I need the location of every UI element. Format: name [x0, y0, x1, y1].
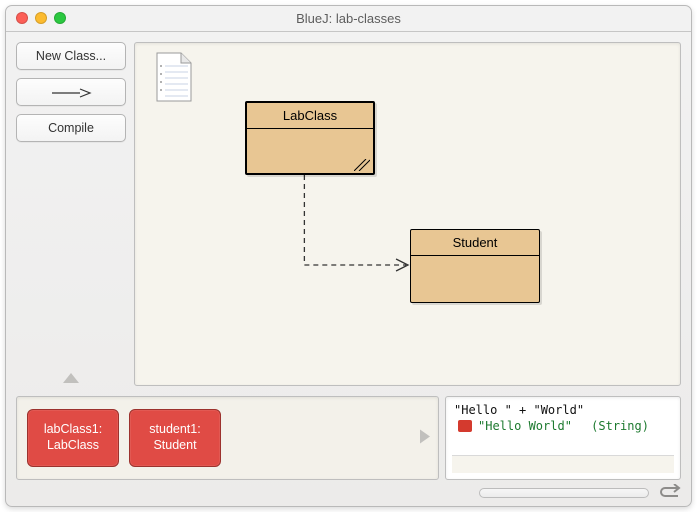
compile-button[interactable]: Compile [16, 114, 126, 142]
uses-arrow [135, 43, 680, 385]
class-box-labclass[interactable]: LabClass [245, 101, 375, 175]
status-bar [16, 484, 681, 502]
titlebar[interactable]: BlueJ: lab-classes [6, 6, 691, 32]
close-icon[interactable] [16, 12, 28, 24]
inherit-arrow-button[interactable] [16, 78, 126, 106]
result-type: (String) [591, 419, 649, 433]
sidebar: New Class... Compile [16, 42, 126, 386]
class-name: Student [411, 230, 539, 256]
object-name: labClass1: [44, 422, 102, 438]
window-title: BlueJ: lab-classes [296, 11, 401, 26]
object-class: Student [153, 438, 196, 454]
progress-bar [479, 488, 649, 498]
object-labclass1[interactable]: labClass1: LabClass [27, 409, 119, 467]
class-name: LabClass [247, 103, 373, 129]
bench-scroll-icon[interactable] [420, 430, 430, 447]
rerun-icon[interactable] [659, 484, 681, 503]
window-controls [16, 12, 66, 24]
codepad-result: "Hello World" (String) [454, 419, 672, 433]
expand-sidebar-icon[interactable] [63, 371, 79, 386]
lower-panel: labClass1: LabClass student1: Student "H… [16, 396, 681, 480]
object-student1[interactable]: student1: Student [129, 409, 221, 467]
upper-panel: New Class... Compile [16, 42, 681, 386]
object-name: student1: [149, 422, 200, 438]
zoom-icon[interactable] [54, 12, 66, 24]
diagonal-stripes-icon [354, 159, 370, 171]
codepad-input: "Hello " + "World" [454, 403, 672, 417]
content-area: New Class... Compile [6, 32, 691, 506]
bluej-window: BlueJ: lab-classes New Class... Compile [5, 5, 692, 507]
code-pad[interactable]: "Hello " + "World" "Hello World" (String… [445, 396, 681, 480]
minimize-icon[interactable] [35, 12, 47, 24]
new-class-button[interactable]: New Class... [16, 42, 126, 70]
result-value: "Hello World" [478, 419, 572, 433]
readme-file-icon[interactable] [153, 51, 195, 106]
object-result-icon[interactable] [458, 420, 472, 432]
arrow-icon [50, 87, 92, 99]
codepad-input-row[interactable] [452, 455, 674, 473]
class-diagram[interactable]: LabClass Student [134, 42, 681, 386]
class-box-student[interactable]: Student [410, 229, 540, 303]
object-class: LabClass [47, 438, 99, 454]
object-bench[interactable]: labClass1: LabClass student1: Student [16, 396, 439, 480]
